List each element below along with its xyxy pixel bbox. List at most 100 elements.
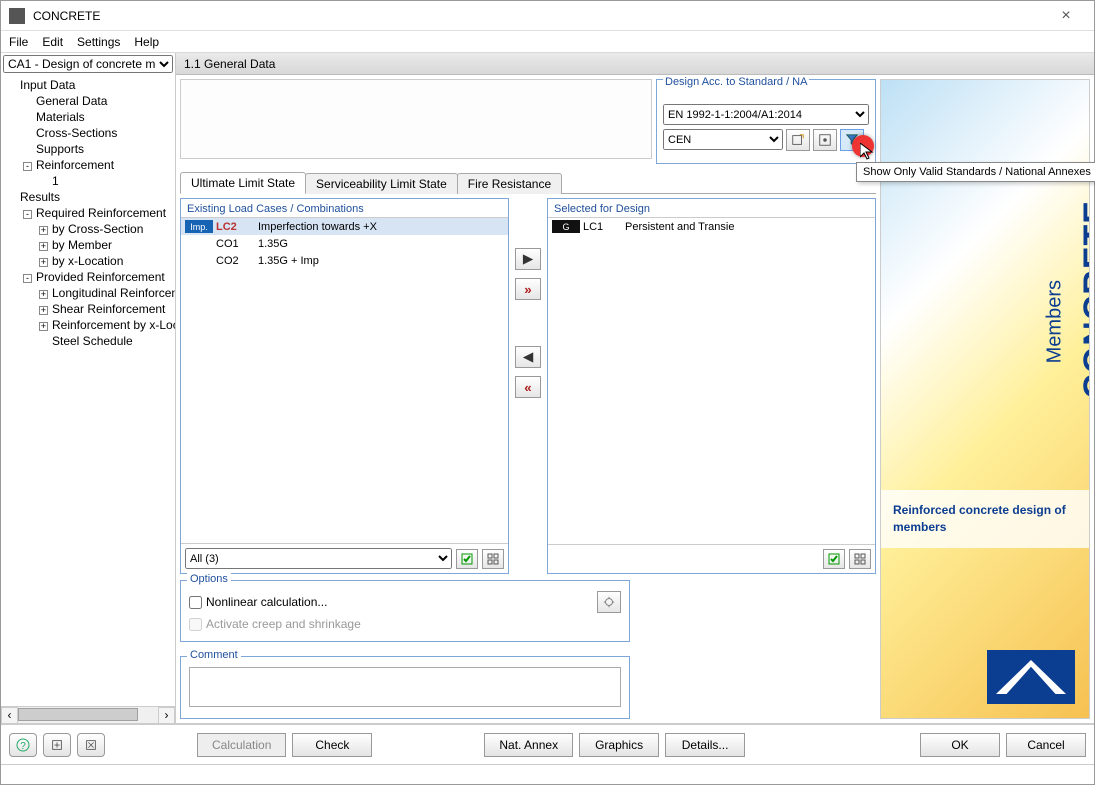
nat-annex-button[interactable]: Nat. Annex (484, 733, 573, 757)
annex-new-button[interactable] (786, 129, 810, 151)
standard-select[interactable]: EN 1992-1-1:2004/A1:2014 (663, 104, 869, 125)
product-art-title: CONCRETE (1077, 200, 1090, 399)
annex-edit-button[interactable] (813, 129, 837, 151)
tree-node[interactable]: Cross-Sections (5, 125, 171, 141)
nav-scroll[interactable]: ‹ › (1, 706, 175, 723)
help-button[interactable]: ? (9, 733, 37, 757)
expand-icon[interactable]: + (39, 322, 48, 331)
tab-fire[interactable]: Fire Resistance (457, 173, 562, 194)
move-left-button[interactable]: ◀ (515, 346, 541, 368)
existing-filter[interactable]: All (3) (185, 548, 452, 569)
scroll-track[interactable] (18, 707, 158, 724)
menu-file[interactable]: File (9, 35, 28, 49)
tree-node[interactable]: +by Cross-Section (5, 221, 171, 237)
ok-button[interactable]: OK (920, 733, 1000, 757)
tree-label: Reinforcement by x-Location (52, 318, 175, 332)
tree-node[interactable]: Results (5, 189, 171, 205)
move-all-right-button[interactable]: » (515, 278, 541, 300)
cancel-button[interactable]: Cancel (1006, 733, 1086, 757)
tree-node[interactable]: Steel Schedule (5, 333, 171, 349)
comment-input[interactable] (189, 667, 621, 707)
scroll-left-icon[interactable]: ‹ (1, 707, 18, 724)
menu-help[interactable]: Help (134, 35, 159, 49)
tree-label: Reinforcement (36, 158, 114, 172)
svg-text:?: ? (20, 741, 26, 752)
existing-body[interactable]: Imp.LC2Imperfection towards +XCO11.35GCO… (181, 217, 508, 543)
calculation-button[interactable]: Calculation (197, 733, 286, 757)
tab-sls[interactable]: Serviceability Limit State (305, 173, 458, 194)
selected-grid-button[interactable] (849, 549, 871, 569)
nav-tree[interactable]: Input DataGeneral DataMaterialsCross-Sec… (1, 75, 175, 706)
tree-label: Results (20, 190, 60, 204)
scroll-right-icon[interactable]: › (158, 707, 175, 724)
deselect-all-button[interactable] (482, 549, 504, 569)
selected-check-button[interactable] (823, 549, 845, 569)
close-icon[interactable]: × (1046, 7, 1086, 25)
collapse-icon[interactable]: - (23, 162, 32, 171)
expand-icon[interactable]: + (39, 258, 48, 267)
tree-node[interactable]: -Provided Reinforcement (5, 269, 171, 285)
preview-placeholder (180, 79, 652, 159)
expand-icon[interactable]: + (39, 242, 48, 251)
tree-label: Longitudinal Reinforcement (52, 286, 175, 300)
select-all-button[interactable] (456, 549, 478, 569)
transfer-buttons: ▶ » ◀ « (513, 198, 543, 574)
nonlinear-settings-button[interactable] (597, 591, 621, 613)
tree-node[interactable]: Supports (5, 141, 171, 157)
button-bar: ? Calculation Check Nat. Annex Graphics … (1, 724, 1094, 764)
tree-node[interactable]: -Reinforcement (5, 157, 171, 173)
menu-settings[interactable]: Settings (77, 35, 120, 49)
selected-legend: Selected for Design (548, 199, 875, 217)
list-item[interactable]: Imp.LC2Imperfection towards +X (181, 218, 508, 235)
case-desc: Imperfection towards +X (258, 221, 508, 233)
nonlinear-checkbox[interactable]: Nonlinear calculation... (189, 595, 327, 609)
collapse-icon[interactable]: - (23, 210, 32, 219)
tree-node[interactable]: + by Member (5, 237, 171, 253)
collapse-icon[interactable]: - (23, 274, 32, 283)
tree-node[interactable]: 1 (5, 173, 171, 189)
tree-node[interactable]: +by x-Location (5, 253, 171, 269)
case-selector[interactable]: CA1 - Design of concrete memb (3, 55, 173, 73)
import-button[interactable] (77, 733, 105, 757)
move-all-left-button[interactable]: « (515, 376, 541, 398)
selected-body[interactable]: GLC1Persistent and Transie (548, 217, 875, 544)
move-right-button[interactable]: ▶ (515, 248, 541, 270)
graphics-button[interactable]: Graphics (579, 733, 659, 757)
list-item[interactable]: CO11.35G (181, 235, 508, 252)
annex-select[interactable]: CEN (663, 129, 783, 150)
list-item[interactable]: CO21.35G + Imp (181, 252, 508, 269)
tree-label: by Member (52, 238, 112, 252)
main-pane: 1.1 General Data Design Acc. to Standard… (176, 53, 1094, 723)
tree-node[interactable]: +Longitudinal Reinforcement (5, 285, 171, 301)
case-id: LC1 (583, 221, 625, 233)
standard-panel: Design Acc. to Standard / NA EN 1992-1-1… (656, 79, 876, 164)
state-tabs: Ultimate Limit State Serviceability Limi… (180, 170, 876, 194)
case-desc: 1.35G (258, 238, 508, 250)
tree-node[interactable]: Materials (5, 109, 171, 125)
export-button[interactable] (43, 733, 71, 757)
app-icon (9, 8, 25, 24)
section-header: 1.1 General Data (176, 53, 1094, 75)
tree-node[interactable]: -Required Reinforcement (5, 205, 171, 221)
tree-label: General Data (36, 94, 107, 108)
tab-uls[interactable]: Ultimate Limit State (180, 172, 306, 194)
annex-filter-button[interactable] (840, 129, 864, 151)
tree-node[interactable]: +Reinforcement by x-Location (5, 317, 171, 333)
tree-node[interactable]: General Data (5, 93, 171, 109)
scroll-thumb[interactable] (18, 708, 138, 721)
tree-node[interactable]: Input Data (5, 77, 171, 93)
list-item[interactable]: GLC1Persistent and Transie (548, 218, 875, 235)
details-button[interactable]: Details... (665, 733, 745, 757)
tree-label: 1 (52, 174, 59, 188)
menu-edit[interactable]: Edit (42, 35, 63, 49)
expand-icon[interactable]: + (39, 226, 48, 235)
expand-icon[interactable]: + (39, 306, 48, 315)
tree-node[interactable]: +Shear Reinforcement (5, 301, 171, 317)
check-button[interactable]: Check (292, 733, 372, 757)
tree-label: Required Reinforcement (36, 206, 166, 220)
case-id: LC2 (216, 221, 258, 233)
case-tag: G (552, 220, 580, 233)
case-desc: Persistent and Transie (625, 221, 875, 233)
product-art-desc: Reinforced concrete design of members (881, 490, 1089, 548)
expand-icon[interactable]: + (39, 290, 48, 299)
